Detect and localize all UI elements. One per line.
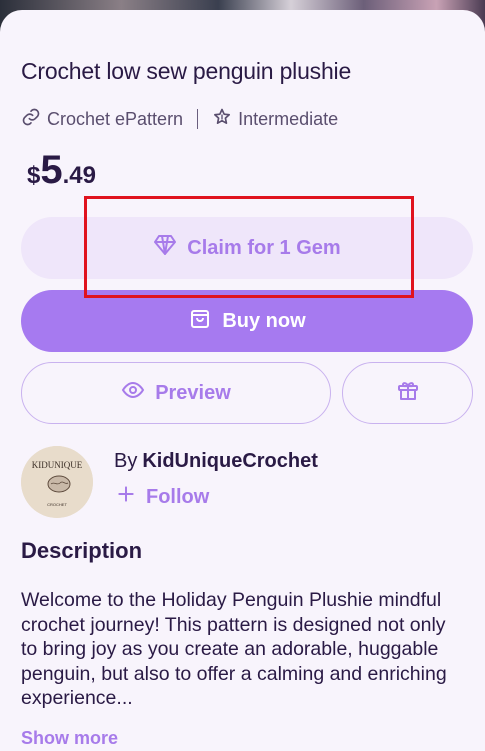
- plus-icon: [116, 484, 136, 510]
- preview-button[interactable]: Preview: [21, 362, 331, 424]
- shopping-bag-icon: [188, 306, 212, 336]
- seller-avatar[interactable]: KIDUNIQUE CROCHET: [21, 446, 93, 518]
- gift-button[interactable]: [342, 362, 473, 424]
- claim-gem-label: Claim for 1 Gem: [187, 236, 341, 259]
- product-title: Crochet low sew penguin plushie: [21, 58, 352, 84]
- show-more-link[interactable]: Show more: [21, 728, 118, 749]
- pattern-type-label: Crochet ePattern: [47, 108, 184, 129]
- avatar-text-top: KIDUNIQUE: [32, 460, 83, 470]
- price-currency: $: [27, 162, 41, 189]
- price: $ 5 .49: [27, 148, 96, 193]
- seller-byline: By KidUniqueCrochet: [114, 450, 318, 473]
- follow-label: Follow: [146, 485, 210, 508]
- price-fraction: .49: [62, 162, 96, 189]
- star-sparkle-icon: [212, 107, 232, 132]
- preview-label: Preview: [155, 381, 231, 404]
- avatar-text-bottom: CROCHET: [47, 502, 67, 507]
- gift-icon: [396, 378, 420, 408]
- buy-now-label: Buy now: [222, 309, 306, 332]
- seller-name-link[interactable]: KidUniqueCrochet: [142, 450, 318, 473]
- by-prefix: By: [114, 450, 138, 472]
- follow-button[interactable]: Follow: [116, 484, 209, 510]
- price-whole: 5: [40, 148, 63, 192]
- eye-icon: [121, 378, 145, 408]
- gem-icon: [153, 233, 177, 263]
- description-heading: Description: [21, 538, 143, 563]
- claim-gem-button[interactable]: Claim for 1 Gem: [21, 217, 473, 279]
- buy-now-button[interactable]: Buy now: [21, 290, 473, 352]
- product-meta: Crochet ePattern Intermediate: [21, 106, 338, 132]
- skill-level-label: Intermediate: [238, 108, 339, 129]
- meta-divider: [197, 109, 199, 129]
- description-body: Welcome to the Holiday Penguin Plushie m…: [21, 589, 447, 709]
- link-icon: [21, 107, 41, 132]
